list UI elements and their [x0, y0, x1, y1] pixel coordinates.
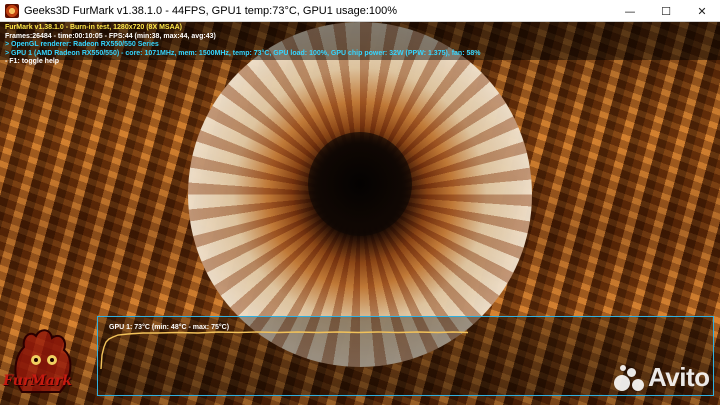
osd-overlay: FurMark v1.38.1.0 - Burn-in test, 1280x7… — [5, 24, 481, 67]
osd-renderer-line: > OpenGL renderer: Radeon RX550/550 Seri… — [5, 41, 159, 49]
close-button[interactable]: ✕ — [684, 0, 720, 22]
window-controls: — ☐ ✕ — [612, 0, 720, 22]
avito-watermark: Avito — [612, 362, 710, 393]
osd-gpu-line: > GPU 1 (AMD Radeon RX550/550) - core: 1… — [5, 49, 481, 57]
furmark-fur-logo-icon — [14, 329, 72, 393]
window-title: Geeks3D FurMark v1.38.1.0 - 44FPS, GPU1 … — [24, 4, 398, 17]
furmark-app-icon[interactable] — [5, 3, 19, 18]
maximize-button[interactable]: ☐ — [648, 0, 684, 22]
temperature-graph-line — [100, 331, 469, 370]
furmark-window: Geeks3D FurMark v1.38.1.0 - 44FPS, GPU1 … — [0, 0, 720, 405]
avito-dots-icon — [612, 363, 646, 393]
osd-title-line: FurMark v1.38.1.0 - Burn-in test, 1280x7… — [5, 24, 183, 31]
minimize-button[interactable]: — — [612, 0, 648, 22]
fur-donut-center — [308, 132, 412, 236]
osd-frames-line: Frames:26484 - time:00:10:05 - FPS:44 (m… — [5, 32, 216, 40]
title-bar[interactable]: Geeks3D FurMark v1.38.1.0 - 44FPS, GPU1 … — [0, 0, 720, 22]
avito-watermark-text: Avito — [648, 362, 710, 392]
osd-help-line: - F1: toggle help — [5, 58, 60, 66]
furmark-logo-text: FurMark — [3, 373, 72, 389]
